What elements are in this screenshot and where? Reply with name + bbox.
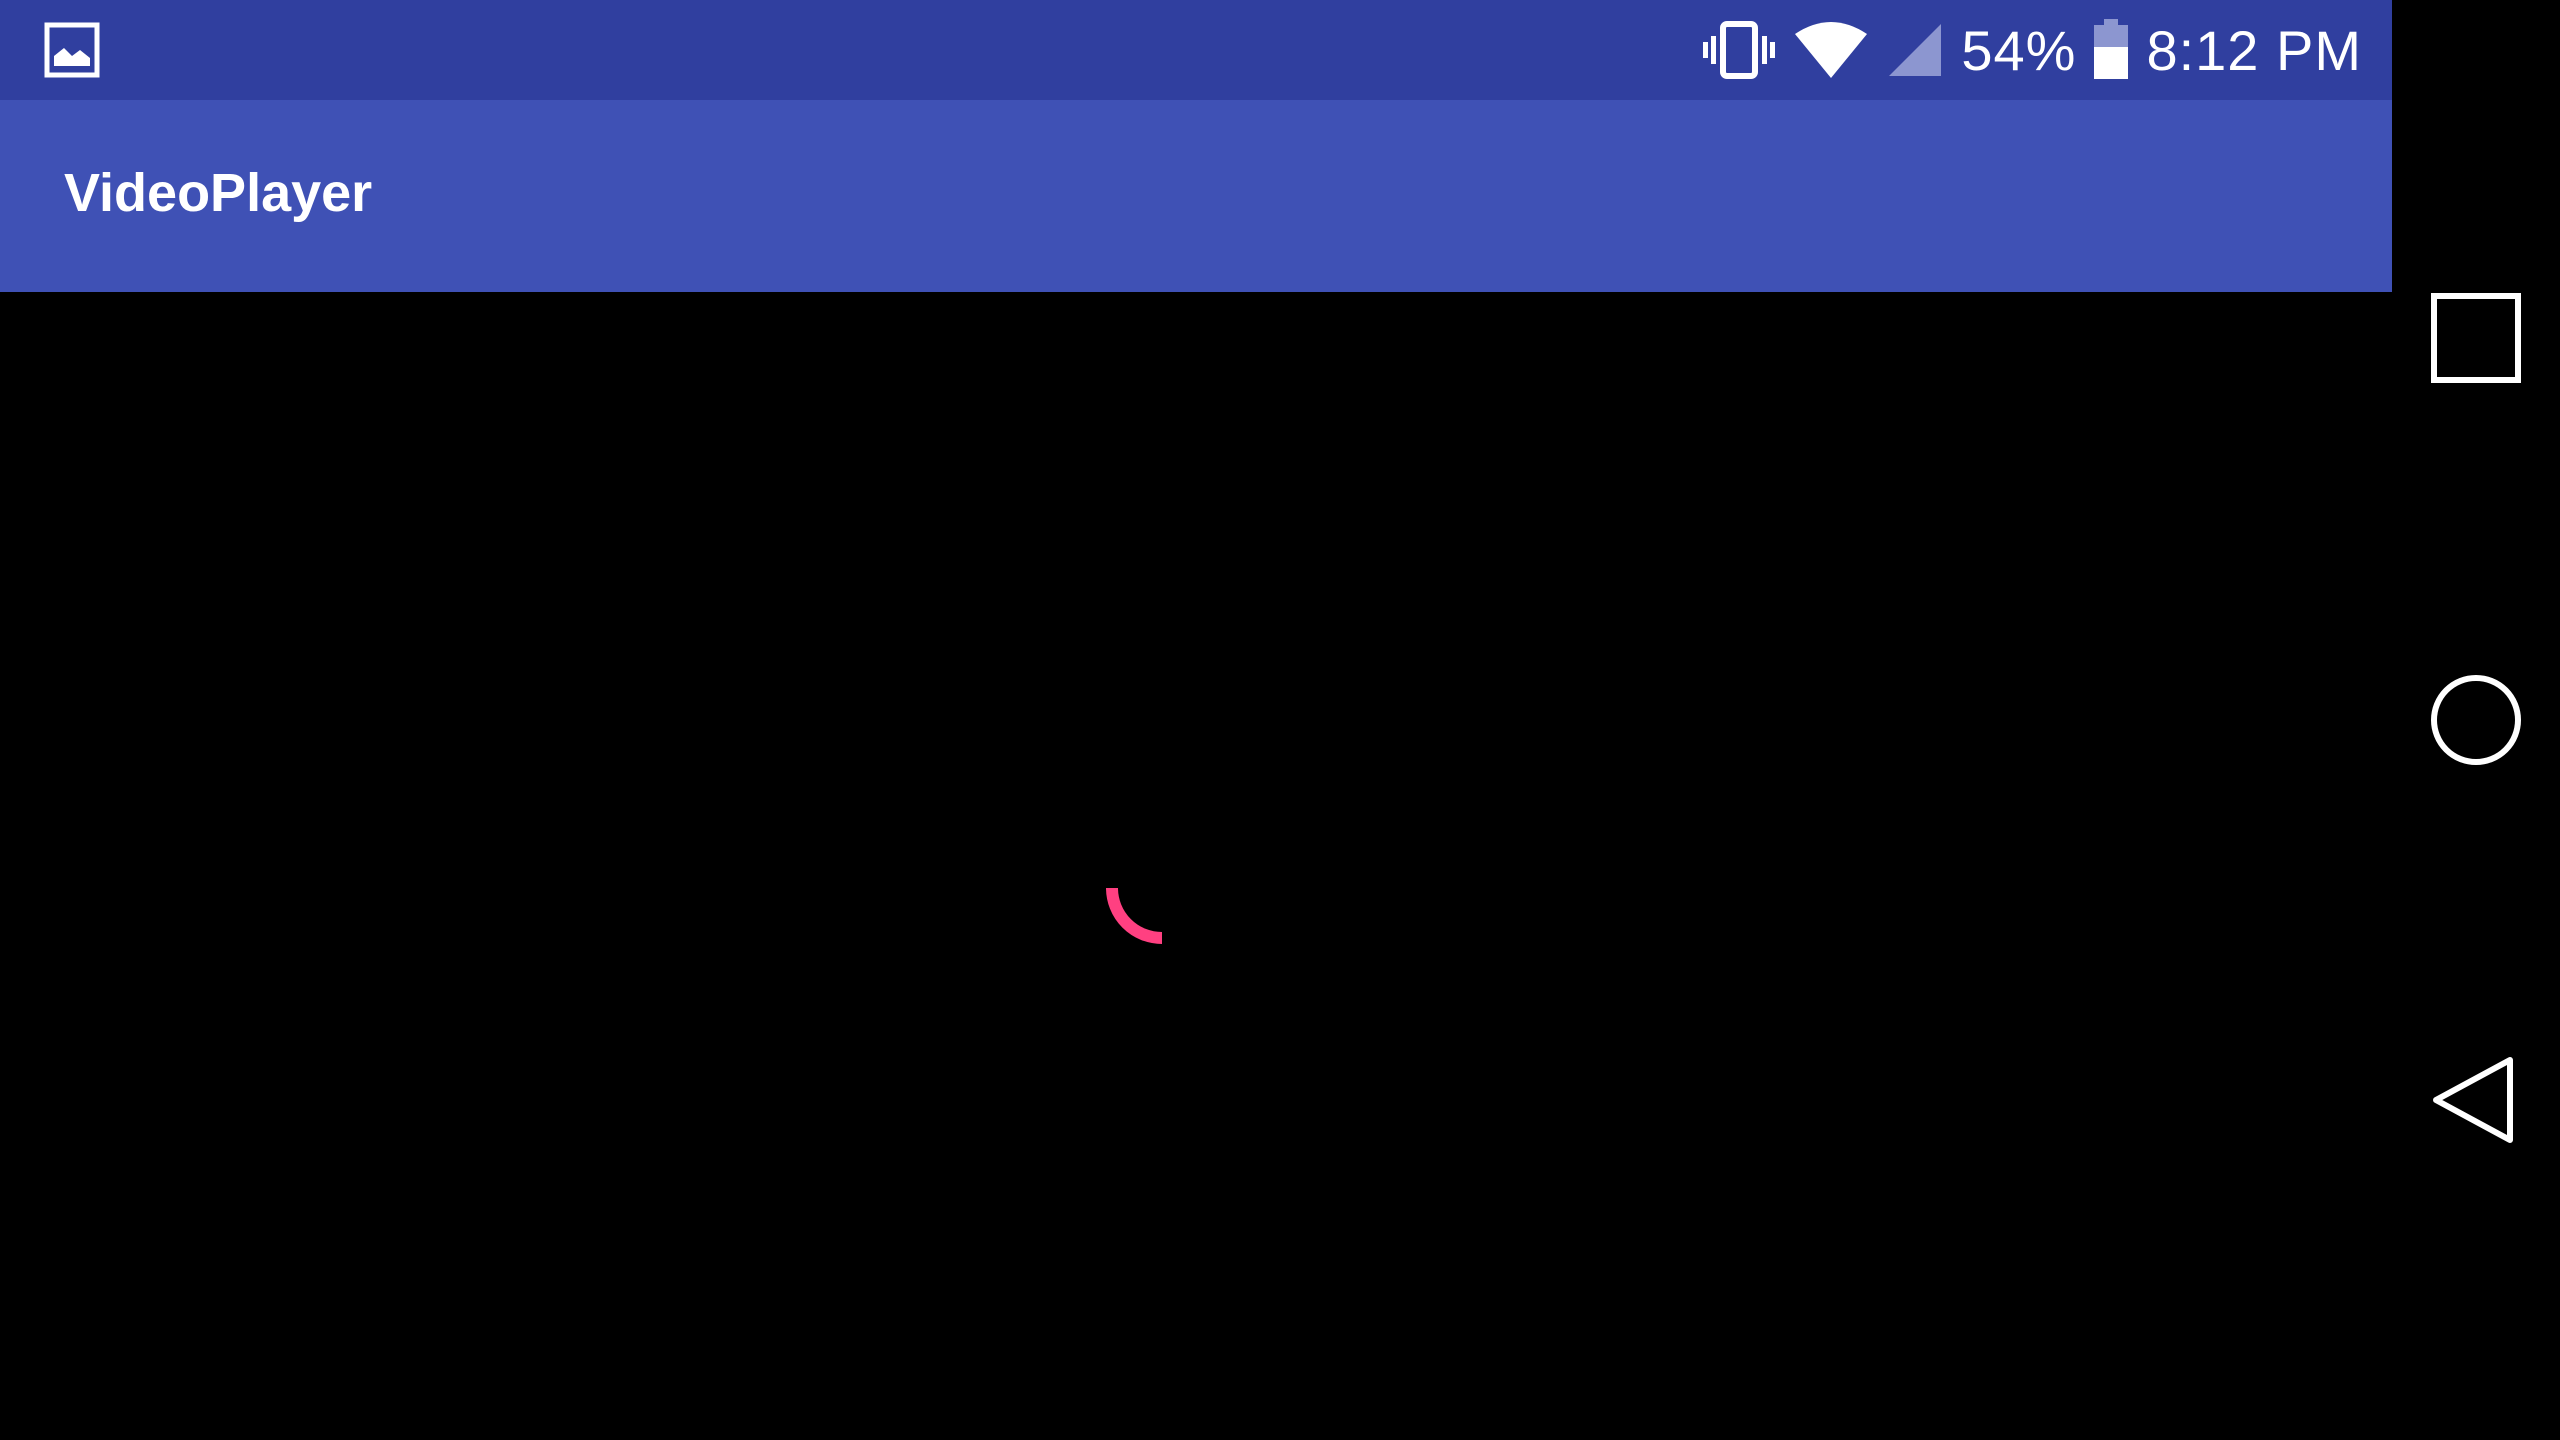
navigation-bar bbox=[2392, 0, 2560, 1440]
screen: 54% 8:12 PM VideoPlayer bbox=[0, 0, 2560, 1440]
status-icons: 54% 8:12 PM bbox=[1701, 0, 2362, 100]
home-icon[interactable] bbox=[2426, 670, 2526, 770]
app-title: VideoPlayer bbox=[64, 163, 373, 223]
app-bar: VideoPlayer bbox=[0, 100, 2392, 292]
spinner-icon bbox=[1100, 846, 1224, 970]
cell-signal-icon bbox=[1885, 20, 1945, 80]
back-icon[interactable] bbox=[2426, 1050, 2526, 1150]
wifi-icon bbox=[1793, 20, 1869, 80]
battery-icon bbox=[2092, 19, 2130, 81]
recents-icon[interactable] bbox=[2426, 288, 2526, 388]
clock: 8:12 PM bbox=[2146, 18, 2362, 82]
vibrate-icon bbox=[1701, 20, 1777, 80]
status-bar: 54% 8:12 PM bbox=[0, 0, 2392, 100]
battery-percent: 54% bbox=[1961, 18, 2077, 82]
image-icon bbox=[44, 22, 100, 78]
